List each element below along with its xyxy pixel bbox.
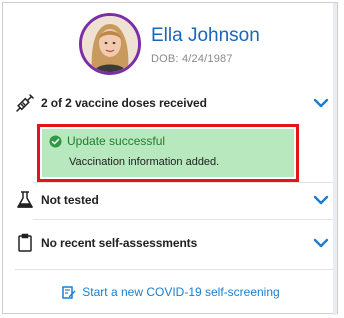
divider [33,182,333,183]
success-toast: Update successful Vaccination informatio… [37,124,299,182]
check-circle-icon [49,135,62,148]
chevron-down-icon[interactable] [313,192,329,208]
toast-body: Update successful Vaccination informatio… [42,129,294,177]
vaccine-status-card: Ella Johnson DOB: 4/24/1987 2 of 2 vacci… [2,2,339,315]
scroll-edge [333,3,337,315]
toast-message: Vaccination information added. [69,156,220,168]
divider [15,269,333,270]
clipboard-icon [15,233,35,253]
avatar [79,13,141,75]
patient-dob: DOB: 4/24/1987 [151,53,233,65]
syringe-icon [15,93,35,113]
chevron-down-icon[interactable] [313,235,329,251]
beaker-icon [15,190,35,210]
start-self-screening-link[interactable]: Start a new COVID-19 self-screening [3,285,339,299]
testing-row[interactable]: Not tested [15,186,335,214]
divider [33,219,333,220]
self-assessment-row[interactable]: No recent self-assessments [15,229,335,257]
self-assessment-label: No recent self-assessments [41,236,198,250]
toast-title: Update successful [67,134,166,148]
start-self-screening-label[interactable]: Start a new COVID-19 self-screening [82,285,279,299]
profile-photo [82,16,138,72]
vaccine-doses-row[interactable]: 2 of 2 vaccine doses received [15,89,335,117]
edit-form-icon [62,286,76,299]
patient-name: Ella Johnson [151,25,260,46]
chevron-down-icon[interactable] [313,95,329,111]
vaccine-doses-label: 2 of 2 vaccine doses received [41,96,207,110]
testing-label: Not tested [41,193,99,207]
